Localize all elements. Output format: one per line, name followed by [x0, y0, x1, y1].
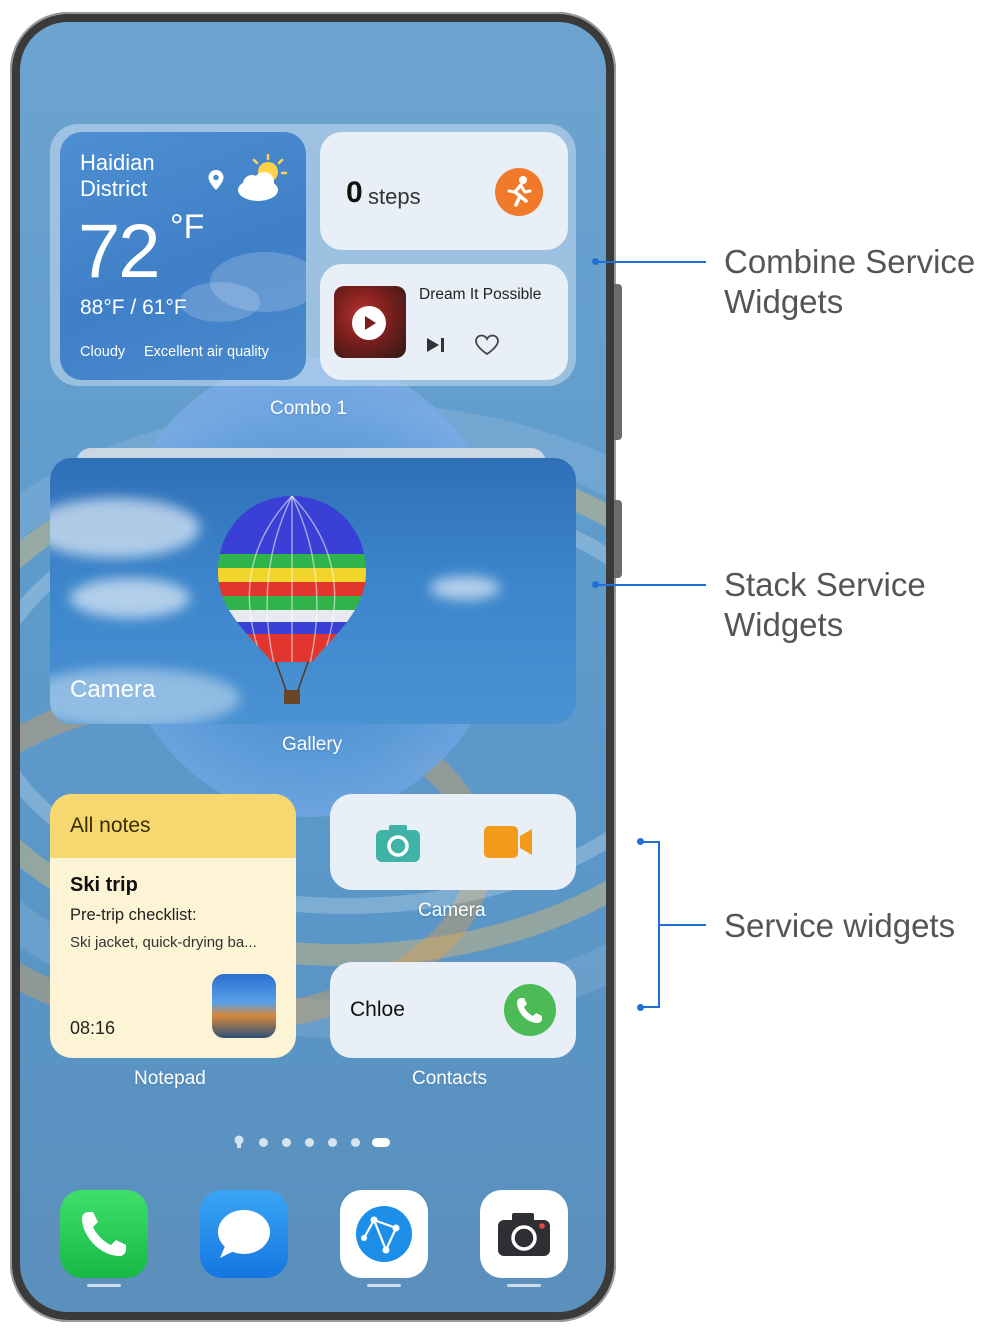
note-title: Ski trip	[70, 874, 138, 896]
home-screen: Haidian District 72 °F 88°F / 61°F Cloud…	[20, 22, 606, 1312]
cloud-decoration	[180, 282, 260, 322]
next-track-icon[interactable]	[425, 336, 447, 354]
steps-count: 0	[346, 176, 363, 209]
combine-service-widgets-label: Combine Service Widgets	[724, 243, 976, 320]
annotation-line	[640, 841, 660, 843]
notes-header: All notes	[50, 794, 296, 858]
note-thumbnail	[212, 974, 276, 1038]
air-quality: Excellent air quality	[144, 344, 269, 360]
weather-location: Haidian District	[80, 150, 155, 201]
weather-condition: Cloudy	[80, 344, 126, 360]
temperature-unit: °F	[170, 208, 205, 246]
play-icon[interactable]	[352, 306, 386, 340]
stack-service-widgets-label: Stack Service Widgets	[724, 566, 926, 643]
contact-widget[interactable]: Chloe	[330, 962, 576, 1058]
page-dot[interactable]	[259, 1138, 268, 1147]
gallery-widget[interactable]: Camera	[50, 458, 576, 724]
dock-indicator	[507, 1284, 541, 1287]
music-widget[interactable]: Dream It Possible	[320, 264, 568, 380]
heart-icon[interactable]	[474, 334, 500, 356]
combo-label: Combo 1	[270, 398, 348, 419]
service-widgets-label: Service widgets	[724, 907, 956, 944]
contact-name: Chloe	[350, 998, 405, 1021]
annotation-line	[596, 261, 706, 263]
annotation-line	[660, 924, 706, 926]
contacts-label: Contacts	[412, 1068, 487, 1089]
browser-icon[interactable]	[340, 1190, 428, 1278]
camera-label: Camera	[418, 900, 486, 921]
location-pin-icon	[208, 170, 224, 190]
call-icon[interactable]	[504, 984, 556, 1036]
weather-widget[interactable]: Haidian District 72 °F 88°F / 61°F Cloud…	[60, 132, 306, 380]
video-camera-icon[interactable]	[482, 824, 534, 860]
partly-cloudy-icon	[238, 154, 288, 201]
page-dot[interactable]	[282, 1138, 291, 1147]
cloud-decoration	[430, 576, 500, 600]
power-button	[614, 500, 622, 578]
photo-camera-icon[interactable]	[374, 822, 422, 864]
dock-indicator	[87, 1284, 121, 1287]
dock-indicator	[367, 1284, 401, 1287]
camera-widget[interactable]	[330, 794, 576, 890]
note-line: Ski jacket, quick-drying ba...	[70, 934, 257, 951]
hot-air-balloon-image	[218, 496, 366, 704]
gallery-label: Gallery	[282, 734, 343, 755]
camera-icon[interactable]	[480, 1190, 568, 1278]
note-line: Pre-trip checklist:	[70, 906, 197, 924]
phone-icon[interactable]	[60, 1190, 148, 1278]
steps-widget[interactable]: 0 steps	[320, 132, 568, 250]
page-dot[interactable]	[328, 1138, 337, 1147]
gallery-caption: Camera	[70, 676, 156, 703]
steps-label: steps	[368, 184, 421, 209]
cloud-decoration	[70, 578, 190, 618]
messages-icon[interactable]	[200, 1190, 288, 1278]
hint-bulb-icon	[234, 1135, 244, 1148]
notepad-widget[interactable]: All notes Ski trip Pre-trip checklist: S…	[50, 794, 296, 1058]
volume-button	[614, 284, 622, 440]
notepad-label: Notepad	[134, 1068, 206, 1089]
page-dot[interactable]	[305, 1138, 314, 1147]
page-dot-active[interactable]	[372, 1138, 390, 1147]
song-title: Dream It Possible	[419, 286, 542, 303]
temperature-value: 72	[78, 209, 161, 294]
annotation-line	[640, 1006, 660, 1008]
page-dot[interactable]	[351, 1138, 360, 1147]
running-icon[interactable]	[495, 168, 543, 216]
album-art	[334, 286, 406, 358]
temperature-range: 88°F / 61°F	[80, 296, 187, 319]
note-time: 08:16	[70, 1018, 116, 1038]
cloud-decoration	[50, 498, 200, 558]
annotation-line	[596, 584, 706, 586]
